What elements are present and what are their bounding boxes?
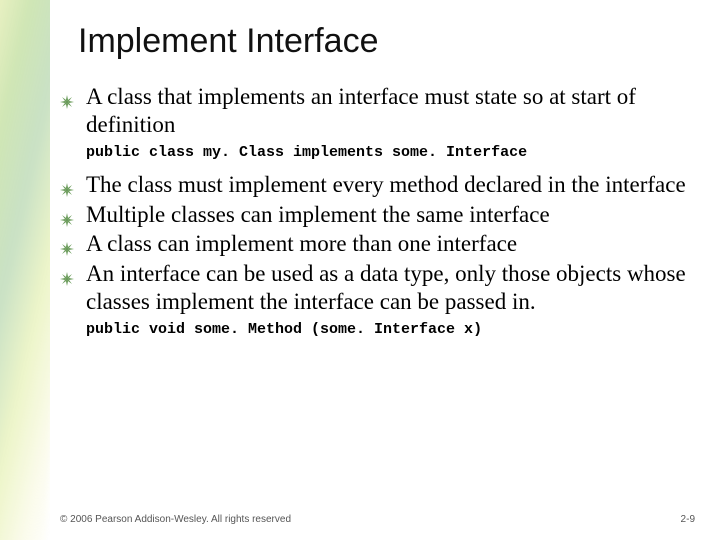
asterisk-bullet-icon: [60, 265, 74, 279]
list-item: An interface can be used as a data type,…: [60, 260, 700, 315]
slide-left-decoration: [0, 0, 50, 540]
slide-footer: © 2006 Pearson Addison-Wesley. All right…: [60, 514, 695, 525]
bullet-text: An interface can be used as a data type,…: [86, 261, 686, 314]
asterisk-bullet-icon: [60, 235, 74, 249]
asterisk-bullet-icon: [60, 88, 74, 102]
list-item: A class that implements an interface mus…: [60, 83, 700, 138]
slide-title: Implement Interface: [78, 22, 700, 61]
code-block-2: public void some. Method (some. Interfac…: [86, 321, 700, 338]
asterisk-bullet-icon: [60, 206, 74, 220]
bullet-text: Multiple classes can implement the same …: [86, 202, 550, 227]
bullet-list-1: A class that implements an interface mus…: [60, 83, 700, 138]
bullet-text: The class must implement every method de…: [86, 172, 686, 197]
bullet-text: A class that implements an interface mus…: [86, 84, 636, 137]
footer-copyright: © 2006 Pearson Addison-Wesley. All right…: [60, 514, 291, 525]
footer-page-number: 2-9: [681, 514, 695, 525]
list-item: Multiple classes can implement the same …: [60, 201, 700, 229]
slide-body: Implement Interface: [60, 22, 700, 525]
list-item: The class must implement every method de…: [60, 171, 700, 199]
bullet-list-2: The class must implement every method de…: [60, 171, 700, 315]
asterisk-bullet-icon: [60, 176, 74, 190]
bullet-text: A class can implement more than one inte…: [86, 231, 517, 256]
code-block-1: public class my. Class implements some. …: [86, 144, 700, 161]
list-item: A class can implement more than one inte…: [60, 230, 700, 258]
